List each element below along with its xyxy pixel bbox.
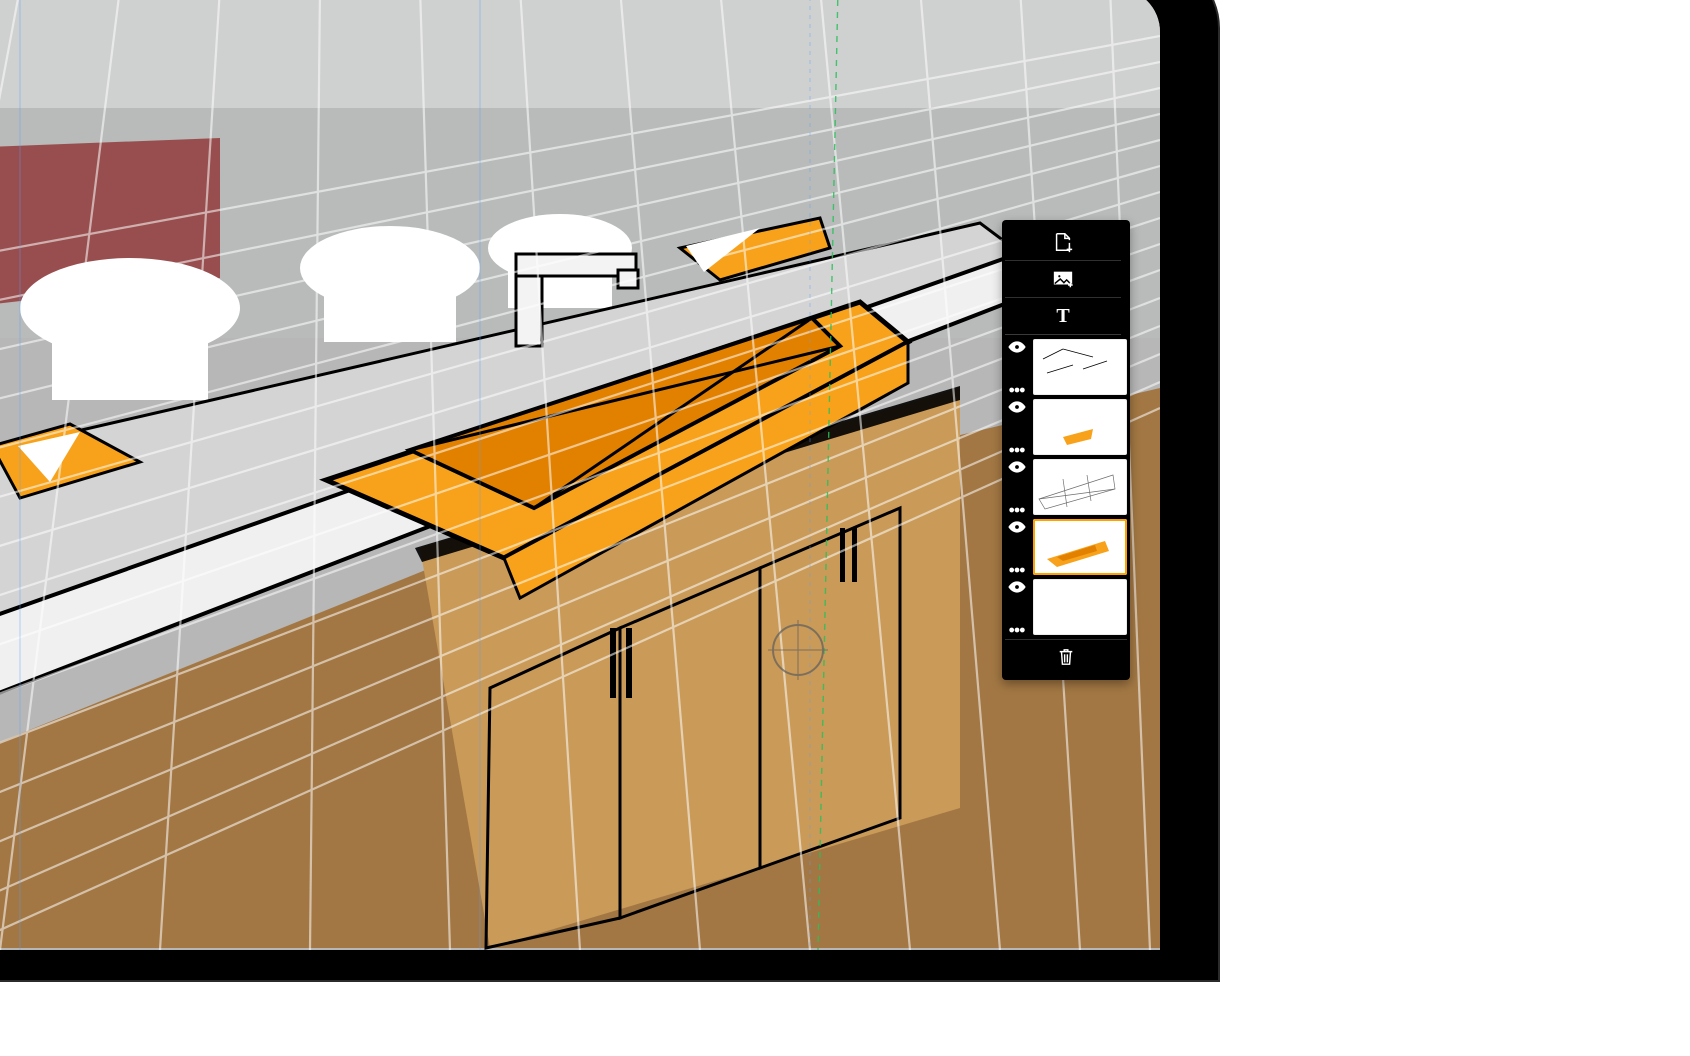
layers-panel: T bbox=[1002, 220, 1130, 680]
image-icon bbox=[1052, 269, 1074, 289]
drawing-canvas[interactable] bbox=[0, 0, 1160, 950]
tablet-bezel: T bbox=[0, 0, 1218, 980]
new-page-button[interactable] bbox=[1005, 224, 1121, 261]
more-icon[interactable] bbox=[1009, 507, 1025, 513]
layer-controls bbox=[1005, 399, 1029, 455]
trash-icon bbox=[1057, 647, 1075, 667]
delete-layer-button[interactable] bbox=[1005, 639, 1127, 674]
text-icon: T bbox=[1056, 306, 1069, 326]
more-icon[interactable] bbox=[1009, 447, 1025, 453]
text-tool-button[interactable]: T bbox=[1005, 298, 1121, 335]
layer-controls bbox=[1005, 459, 1029, 515]
layer-thumb[interactable] bbox=[1033, 399, 1127, 455]
visibility-icon[interactable] bbox=[1008, 581, 1026, 593]
cursor-crosshair-icon bbox=[772, 624, 824, 676]
more-icon[interactable] bbox=[1009, 387, 1025, 393]
layer-row[interactable] bbox=[1005, 579, 1127, 635]
layer-row[interactable] bbox=[1005, 399, 1127, 455]
layer-row[interactable] bbox=[1005, 519, 1127, 575]
layer-thumb[interactable] bbox=[1033, 459, 1127, 515]
layer-thumb[interactable] bbox=[1033, 579, 1127, 635]
more-icon[interactable] bbox=[1009, 627, 1025, 633]
layer-controls bbox=[1005, 519, 1029, 575]
layer-controls bbox=[1005, 339, 1029, 395]
layer-controls bbox=[1005, 579, 1029, 635]
insert-image-button[interactable] bbox=[1005, 261, 1121, 298]
layer-row[interactable] bbox=[1005, 459, 1127, 515]
visibility-icon[interactable] bbox=[1008, 341, 1026, 353]
visibility-icon[interactable] bbox=[1008, 461, 1026, 473]
visibility-icon[interactable] bbox=[1008, 401, 1026, 413]
layer-thumb[interactable] bbox=[1033, 519, 1127, 575]
layer-row[interactable] bbox=[1005, 339, 1127, 395]
visibility-icon[interactable] bbox=[1008, 521, 1026, 533]
canvas-viewport[interactable]: T bbox=[0, 0, 1160, 950]
new-page-icon bbox=[1052, 231, 1074, 253]
layers-list bbox=[1005, 339, 1127, 635]
layer-thumb[interactable] bbox=[1033, 339, 1127, 395]
more-icon[interactable] bbox=[1009, 567, 1025, 573]
